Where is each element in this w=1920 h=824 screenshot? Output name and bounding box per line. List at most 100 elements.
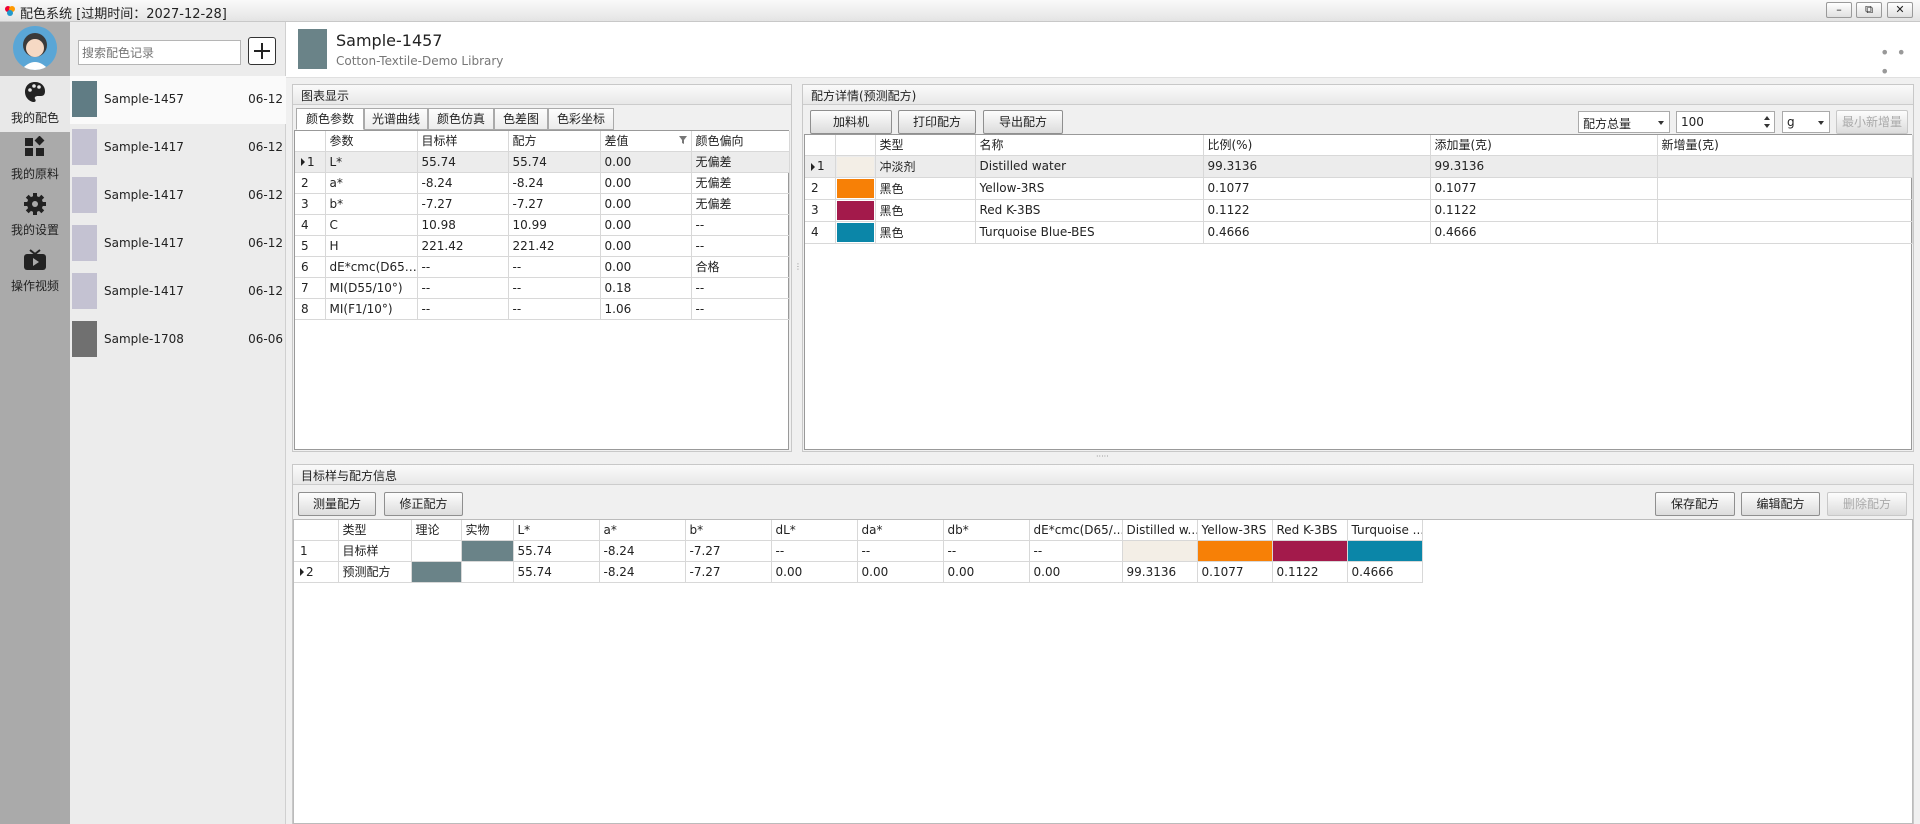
min-increase-button[interactable]: 最小新增量 — [1836, 110, 1908, 134]
measure-recipe-button[interactable]: 测量配方 — [298, 492, 376, 516]
table-cell[interactable]: 55.74 — [513, 540, 600, 562]
table-cell[interactable]: -8.24 — [599, 540, 686, 562]
column-header[interactable]: da* — [857, 520, 944, 541]
table-cell[interactable]: 55.74 — [513, 561, 600, 583]
column-header[interactable]: 理论 — [411, 520, 462, 541]
column-header[interactable]: 比例(%) — [1203, 135, 1431, 156]
table-cell[interactable]: 10.99 — [508, 214, 601, 236]
table-cell[interactable]: 221.42 — [508, 235, 601, 257]
save-recipe-button[interactable]: 保存配方 — [1655, 492, 1735, 516]
print-recipe-button[interactable]: 打印配方 — [898, 110, 976, 134]
table-cell[interactable]: -- — [771, 540, 858, 562]
table-cell[interactable] — [1657, 221, 1913, 244]
theory-cell[interactable] — [411, 540, 462, 562]
table-cell[interactable]: 黑色 — [875, 177, 976, 200]
column-header[interactable]: 类型 — [875, 135, 976, 156]
table-cell[interactable] — [1657, 199, 1913, 222]
table-cell[interactable]: -- — [857, 540, 944, 562]
column-header[interactable]: 参数 — [325, 131, 418, 152]
table-cell[interactable]: 0.00 — [600, 172, 692, 194]
nav-my-settings[interactable]: 我的设置 — [0, 188, 70, 244]
close-button[interactable]: ✕ — [1887, 2, 1913, 18]
table-cell[interactable]: -8.24 — [417, 172, 509, 194]
table-cell[interactable]: 0.4666 — [1430, 221, 1658, 244]
table-cell[interactable]: 1.06 — [600, 298, 692, 320]
column-header[interactable]: db* — [943, 520, 1030, 541]
column-header[interactable]: 目标样 — [417, 131, 509, 152]
export-recipe-button[interactable]: 导出配方 — [983, 110, 1063, 134]
column-header[interactable]: 配方 — [508, 131, 601, 152]
delete-recipe-button[interactable]: 删除配方 — [1827, 492, 1907, 516]
vertical-splitter[interactable]: ⋮ — [794, 262, 802, 271]
real-color-cell[interactable] — [461, 540, 514, 562]
add-record-button[interactable] — [248, 37, 276, 65]
table-cell[interactable]: 99.3136 — [1430, 155, 1658, 178]
table-cell[interactable]: -- — [508, 256, 601, 278]
column-header[interactable]: L* — [513, 520, 600, 541]
edit-recipe-button[interactable]: 编辑配方 — [1741, 492, 1820, 516]
table-cell[interactable]: -- — [417, 277, 509, 299]
table-cell[interactable]: -- — [691, 298, 790, 320]
table-cell[interactable] — [1657, 155, 1913, 178]
column-header[interactable]: dL* — [771, 520, 858, 541]
column-header[interactable]: 新增量(克) — [1657, 135, 1913, 156]
theory-color-cell[interactable] — [411, 561, 462, 583]
tab-color-params[interactable]: 颜色参数 — [296, 108, 364, 130]
table-cell[interactable]: -- — [508, 298, 601, 320]
column-header[interactable]: 名称 — [975, 135, 1204, 156]
tab-color-simulation[interactable]: 颜色仿真 — [428, 108, 494, 130]
table-row[interactable]: 3 b* -7.27 -7.27 0.00 无偏差 — [295, 193, 790, 215]
table-cell[interactable]: 55.74 — [417, 151, 509, 173]
tab-spectral-curve[interactable]: 光谱曲线 — [364, 108, 428, 130]
nav-my-materials[interactable]: 我的原料 — [0, 132, 70, 188]
table-cell[interactable]: 0.00 — [857, 561, 944, 583]
table-cell[interactable]: 冲淡剂 — [875, 155, 976, 178]
column-header[interactable]: b* — [685, 520, 772, 541]
table-cell[interactable]: L* — [325, 151, 418, 173]
table-cell[interactable]: 0.00 — [1029, 561, 1123, 583]
table-cell[interactable]: MI(F1/10°) — [325, 298, 418, 320]
table-cell[interactable]: 0.1122 — [1430, 199, 1658, 222]
table-row[interactable]: 2 a* -8.24 -8.24 0.00 无偏差 — [295, 172, 790, 194]
table-cell[interactable]: 合格 — [691, 256, 790, 278]
column-header[interactable]: 类型 — [338, 520, 412, 541]
table-cell[interactable]: -7.27 — [685, 540, 772, 562]
table-cell[interactable]: 99.3136 — [1203, 155, 1431, 178]
table-row[interactable]: 1 目标样 55.74 -8.24 -7.27 -- -- -- -- — [294, 540, 1423, 562]
table-cell[interactable]: 99.3136 — [1122, 561, 1198, 583]
table-cell[interactable]: H — [325, 235, 418, 257]
column-header[interactable]: Distilled w... — [1122, 520, 1198, 541]
table-cell[interactable]: 无偏差 — [691, 172, 790, 194]
minimize-button[interactable]: – — [1826, 2, 1852, 18]
table-cell[interactable] — [1657, 177, 1913, 200]
table-cell[interactable]: 黑色 — [875, 221, 976, 244]
table-cell[interactable]: -- — [417, 298, 509, 320]
table-cell[interactable]: -7.27 — [508, 193, 601, 215]
table-cell[interactable]: 0.18 — [600, 277, 692, 299]
correct-recipe-button[interactable]: 修正配方 — [384, 492, 463, 516]
list-item[interactable]: Sample-1417 06-12 — [70, 124, 286, 172]
table-cell[interactable]: -- — [1029, 540, 1123, 562]
nav-tutorial-videos[interactable]: 操作视频 — [0, 244, 70, 300]
column-header[interactable]: 实物 — [461, 520, 514, 541]
more-options-icon[interactable]: • • • — [1880, 43, 1920, 81]
table-cell[interactable]: Distilled water — [975, 155, 1204, 178]
table-row[interactable]: 6 dE*cmc(D65… -- -- 0.00 合格 — [295, 256, 790, 278]
tab-color-diff-chart[interactable]: 色差图 — [494, 108, 548, 130]
table-row[interactable]: 2 黑色 Yellow-3RS 0.1077 0.1077 — [805, 177, 1913, 200]
column-header[interactable]: Turquoise ... — [1347, 520, 1423, 541]
list-item[interactable]: Sample-1417 06-12 — [70, 172, 286, 220]
dye-color-cell[interactable] — [1122, 540, 1198, 562]
table-cell[interactable]: 0.1122 — [1272, 561, 1348, 583]
table-cell[interactable]: 无偏差 — [691, 151, 790, 173]
table-row[interactable]: 4 黑色 Turquoise Blue-BES 0.4666 0.4666 — [805, 221, 1913, 244]
table-cell[interactable]: Red K-3BS — [975, 199, 1204, 222]
tab-color-coordinates[interactable]: 色彩坐标 — [548, 108, 614, 130]
column-header[interactable]: a* — [599, 520, 686, 541]
list-item[interactable]: Sample-1417 06-12 — [70, 268, 286, 316]
table-cell[interactable]: -- — [417, 256, 509, 278]
table-cell[interactable]: 55.74 — [508, 151, 601, 173]
table-row[interactable]: 3 黑色 Red K-3BS 0.1122 0.1122 — [805, 199, 1913, 222]
table-row[interactable]: 2 预测配方 55.74 -8.24 -7.27 0.00 0.00 0.00 … — [294, 561, 1423, 583]
column-header[interactable]: dE*cmc(D65/... — [1029, 520, 1123, 541]
